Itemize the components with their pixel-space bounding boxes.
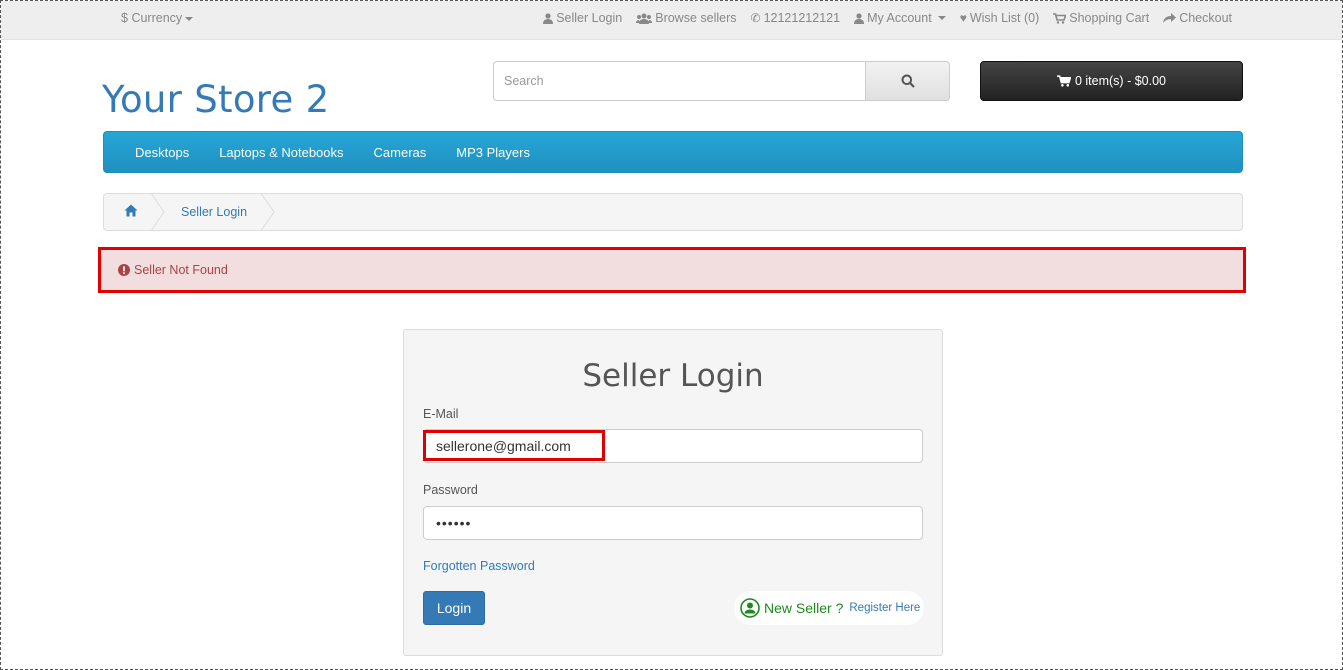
- password-value: ••••••: [436, 515, 472, 531]
- my-account-label: My Account: [867, 11, 932, 25]
- password-field[interactable]: ••••••: [423, 506, 923, 540]
- search-icon: [901, 74, 915, 88]
- user-icon: [854, 12, 865, 24]
- wish-list-label: Wish List (0): [969, 11, 1040, 25]
- error-alert: Seller Not Found: [98, 247, 1246, 293]
- phone-link[interactable]: ✆ 12121212121: [751, 11, 841, 25]
- breadcrumb-separator: [151, 193, 165, 231]
- wish-list-link[interactable]: ♥ Wish List (0): [960, 11, 1040, 25]
- browse-sellers-link[interactable]: Browse sellers: [636, 11, 737, 25]
- cart-summary: 0 item(s) - $0.00: [1074, 74, 1166, 88]
- breadcrumb-seller-login[interactable]: Seller Login: [181, 205, 247, 219]
- home-icon[interactable]: [124, 204, 138, 217]
- checkout-link[interactable]: Checkout: [1163, 11, 1232, 25]
- forgot-password-link[interactable]: Forgotten Password: [423, 559, 535, 573]
- login-title: Seller Login: [582, 358, 764, 394]
- phone-icon: ✆: [750, 11, 761, 25]
- seller-login-panel: Seller Login E-Mail sellerone@gmail.com …: [403, 329, 943, 656]
- seller-login-link[interactable]: Seller Login: [543, 11, 622, 25]
- top-links: Seller Login Browse sellers ✆ 1212121212…: [543, 11, 1232, 25]
- currency-dropdown[interactable]: $ Currency: [121, 11, 194, 25]
- menu-item-mp3[interactable]: MP3 Players: [441, 145, 545, 160]
- new-seller-box: New Seller ? Register Here: [734, 591, 924, 625]
- new-seller-label: New Seller ?: [764, 600, 844, 616]
- store-logo[interactable]: Your Store 2: [102, 78, 329, 121]
- shopping-cart-link[interactable]: Shopping Cart: [1053, 11, 1149, 25]
- breadcrumb: Seller Login: [103, 193, 1243, 231]
- exclamation-circle-icon: [118, 264, 130, 276]
- top-bar: $ Currency Seller Login Browse sellers ✆…: [1, 1, 1342, 40]
- seller-login-label: Seller Login: [556, 11, 623, 25]
- my-account-dropdown[interactable]: My Account: [854, 11, 946, 25]
- user-icon: [543, 12, 554, 24]
- alert-message: Seller Not Found: [134, 263, 228, 277]
- cart-button[interactable]: 0 item(s) - $0.00: [980, 61, 1243, 101]
- cart-icon: [1056, 75, 1071, 87]
- dollar-icon: $: [121, 11, 128, 25]
- breadcrumb-separator: [261, 193, 275, 231]
- menu-item-laptops[interactable]: Laptops & Notebooks: [204, 145, 358, 160]
- password-label: Password: [423, 483, 478, 497]
- main-menu: Desktops Laptops & Notebooks Cameras MP3…: [103, 131, 1243, 173]
- share-icon: [1163, 12, 1177, 23]
- caret-down-icon: [937, 16, 946, 20]
- heart-icon: ♥: [959, 11, 967, 25]
- register-link[interactable]: Register Here: [849, 602, 920, 614]
- search-bar: [493, 61, 950, 101]
- email-label: E-Mail: [423, 407, 459, 421]
- shopping-cart-label: Shopping Cart: [1069, 11, 1150, 25]
- browse-sellers-label: Browse sellers: [655, 11, 737, 25]
- search-input[interactable]: [493, 61, 865, 101]
- caret-down-icon: [185, 16, 194, 21]
- currency-label: Currency: [131, 11, 183, 25]
- cart-icon: [1053, 12, 1067, 24]
- menu-item-desktops[interactable]: Desktops: [120, 145, 204, 160]
- users-icon: [636, 13, 653, 24]
- checkout-label: Checkout: [1179, 11, 1232, 25]
- login-button[interactable]: Login: [423, 591, 485, 625]
- user-circle-icon: [740, 598, 760, 618]
- email-highlight: [423, 430, 605, 461]
- menu-item-cameras[interactable]: Cameras: [359, 145, 442, 160]
- phone-label: 12121212121: [763, 11, 841, 25]
- search-button[interactable]: [865, 61, 950, 101]
